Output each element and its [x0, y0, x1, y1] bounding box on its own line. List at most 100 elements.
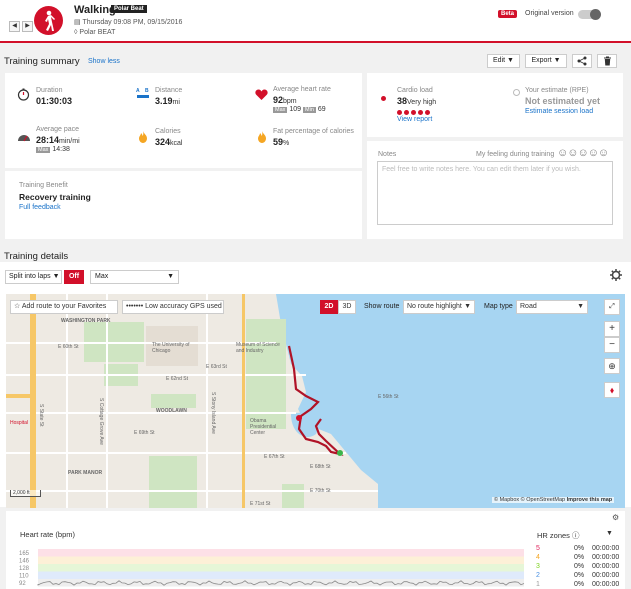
map-label-e60: E 60th St — [58, 344, 79, 350]
caret-down-icon: ▼ — [52, 273, 60, 280]
trash-icon — [603, 56, 611, 66]
map-label-hospital: Hospital — [10, 420, 29, 426]
map-label-e70: E 70th St — [310, 488, 331, 494]
add-route-favorites-button[interactable]: ☆ Add route to your Favorites — [10, 300, 118, 314]
gps-accuracy-label: ••••••• Low accuracy GPS used — [122, 300, 224, 314]
cardio-load-label: Cardio load — [397, 87, 433, 94]
route-end-marker — [337, 450, 343, 456]
zone-number: 2 — [536, 572, 540, 579]
map-2d-button[interactable]: 2D — [320, 300, 338, 314]
metric-select[interactable]: Max ▼ — [90, 270, 179, 284]
avg-hr-value: 92bpm — [273, 95, 297, 105]
zoom-in-icon[interactable]: + — [604, 321, 620, 337]
fat-flame-icon — [257, 131, 267, 145]
settings-gear-icon[interactable] — [609, 268, 623, 282]
toggle-knob[interactable] — [590, 9, 601, 20]
map-label-museum: Museum of Science and Industry — [236, 342, 280, 354]
max-badge: Max — [36, 147, 51, 153]
session-datetime: Thursday 09:08 PM, 09/15/2016 — [82, 19, 183, 26]
split-laps-select[interactable]: Split into laps ▼ — [5, 270, 62, 284]
map-3d-button[interactable]: 3D — [338, 300, 356, 314]
zone-percent: 0% — [574, 572, 585, 579]
stopwatch-icon — [17, 88, 30, 103]
edit-button[interactable]: Edit ▼ — [487, 54, 520, 68]
calories-label: Calories — [155, 128, 181, 135]
route-highlight-select[interactable]: No route highlight ▼ — [403, 300, 475, 314]
split-toggle-off[interactable]: Off — [64, 270, 84, 284]
map-label-e56: E 56th St — [378, 394, 399, 400]
svg-text:A: A — [136, 88, 140, 94]
cardio-load-dot — [397, 110, 402, 115]
hr-zone-band — [38, 564, 524, 572]
map-scale: 2,000 ft — [10, 490, 41, 497]
feeling-faces[interactable]: ☺☺☺☺☺ — [557, 147, 609, 159]
zone-time: 00:00:00 — [592, 554, 620, 561]
walking-icon — [34, 6, 63, 35]
cardio-load-dot — [418, 110, 423, 115]
improve-map-link[interactable]: Improve this map — [567, 497, 613, 503]
hr-zone-band — [38, 556, 524, 564]
product-badge: Polar Beat — [111, 5, 147, 13]
map-label-s-cottage: S Cottage Grove Ave — [98, 398, 104, 445]
notes-textarea[interactable]: Feel free to write notes here. You can e… — [377, 161, 613, 225]
next-session-button[interactable]: ▶ — [22, 21, 33, 32]
hr-ytick-label: 146 — [19, 559, 30, 565]
distance-label: Distance — [155, 87, 183, 94]
zone-time: 00:00:00 — [592, 581, 620, 588]
show-route-label: Show route — [364, 303, 400, 310]
cardio-load-dot — [425, 110, 430, 115]
session-device: ◊ Polar BEAT — [74, 29, 115, 36]
route-map[interactable]: WASHINGTON PARK The University of Chicag… — [6, 294, 625, 508]
map-label-e69: E 69th St — [134, 430, 155, 436]
calories-value: 324kcal — [155, 137, 183, 147]
delete-button[interactable] — [597, 54, 617, 68]
star-icon: ☆ — [14, 303, 22, 310]
hr-max-value: 109 — [289, 106, 302, 113]
show-less-link[interactable]: Show less — [88, 58, 120, 65]
caret-down-icon: ▼ — [507, 57, 514, 64]
share-icon — [577, 56, 587, 66]
map-attribution[interactable]: © Mapbox © OpenStreetMap Improve this ma… — [492, 497, 615, 503]
hr-chart-title: Heart rate (bpm) — [20, 530, 76, 539]
map-label-woodlawn: WOODLAWN — [156, 408, 187, 414]
zones-caret-icon[interactable]: ▼ — [606, 530, 613, 537]
avg-hr-label: Average heart rate — [273, 86, 331, 93]
locate-icon[interactable]: ⊕ — [604, 358, 620, 374]
map-label-washington-park: WASHINGTON PARK — [61, 318, 111, 324]
caret-down-icon: ▼ — [167, 273, 174, 280]
avg-hr-unit: bpm — [283, 98, 297, 105]
pace-max: Max 14:38 — [36, 146, 70, 153]
cardio-indicator-icon — [381, 96, 386, 101]
map-label-e67: E 67th St — [264, 454, 285, 460]
pace-max-value: 14:38 — [52, 146, 70, 153]
view-report-link[interactable]: View report — [397, 116, 432, 123]
zone-time: 00:00:00 — [592, 563, 620, 570]
zone-number: 3 — [536, 563, 540, 570]
hr-zone-band — [38, 571, 524, 579]
prev-session-button[interactable]: ◀ — [9, 21, 20, 32]
cardio-load-value: 38Very high — [397, 96, 437, 106]
compass-icon[interactable]: ⬧ — [604, 382, 620, 398]
rpe-label: Your estimate (RPE) — [525, 87, 589, 94]
cardio-load-dot — [404, 110, 409, 115]
hr-ytick-label: 92 — [19, 581, 26, 587]
zone-percent: 0% — [574, 545, 585, 552]
caret-down-icon: ▼ — [577, 303, 584, 310]
feeling-label: My feeling during training — [476, 151, 555, 158]
min-badge: Min — [303, 107, 316, 113]
fullscreen-icon[interactable]: ⤢ — [604, 299, 620, 315]
distance-unit: mi — [172, 99, 180, 106]
full-feedback-link[interactable]: Full feedback — [19, 204, 61, 211]
export-button[interactable]: Export ▼ — [525, 54, 567, 68]
map-type-select[interactable]: Road ▼ — [516, 300, 588, 314]
zoom-out-icon[interactable]: − — [604, 337, 620, 353]
chart-settings-icon[interactable]: ⚙ — [612, 513, 619, 522]
svg-text:B: B — [145, 88, 149, 94]
zone-percent: 0% — [574, 581, 585, 588]
estimate-session-load-link[interactable]: Estimate session load — [525, 108, 593, 115]
session-date: ▤ Thursday 09:08 PM, 09/15/2016 — [74, 18, 182, 26]
cardio-load-dot — [411, 110, 416, 115]
share-button[interactable] — [572, 54, 592, 68]
dotted-line-icon: ••••••• — [126, 303, 146, 310]
heart-icon — [255, 89, 268, 103]
